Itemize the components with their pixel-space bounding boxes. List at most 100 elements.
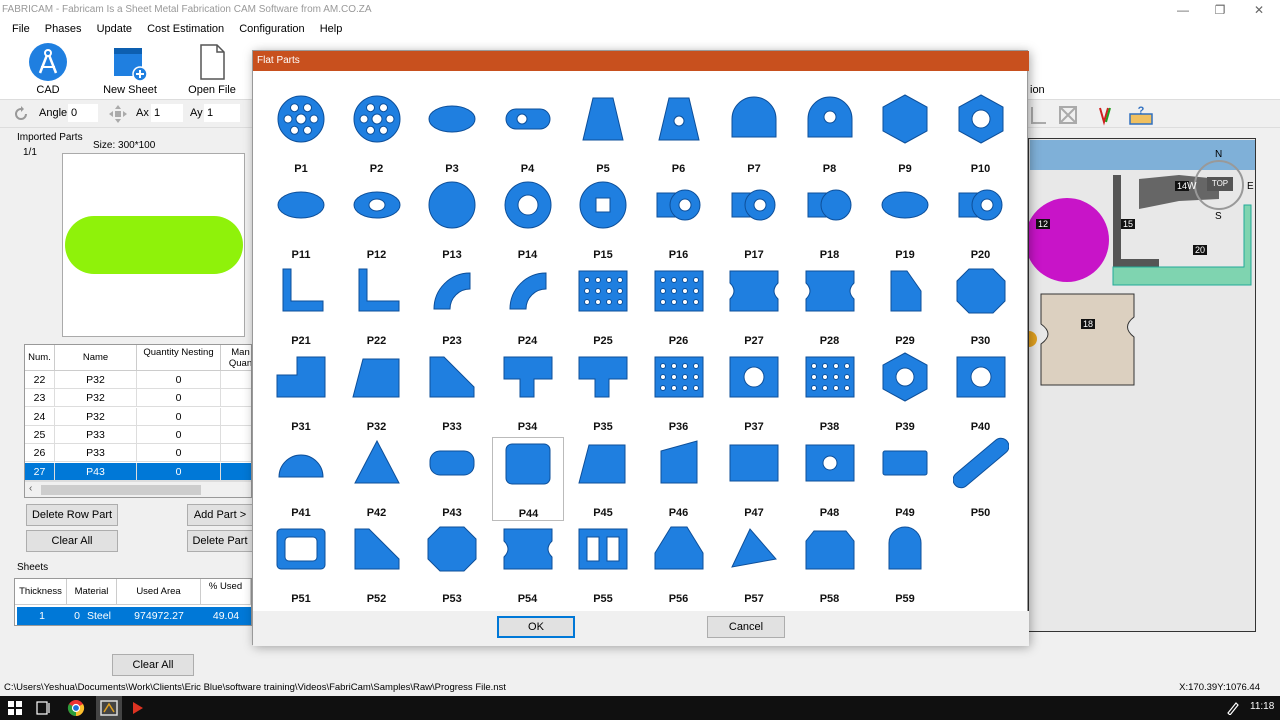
pen-icon[interactable] xyxy=(1226,701,1240,715)
ok-button[interactable]: OK xyxy=(497,616,575,638)
horizontal-scrollbar[interactable]: ‹ xyxy=(25,481,251,497)
task-view-icon[interactable] xyxy=(36,701,52,715)
flat-part-p29[interactable]: P29 xyxy=(869,265,941,349)
maximize-button[interactable]: ❐ xyxy=(1201,0,1239,20)
col-name[interactable]: Name xyxy=(55,345,137,371)
flat-part-p15[interactable]: P15 xyxy=(567,179,639,263)
table-row[interactable]: 27 P43 0 xyxy=(25,462,251,481)
col-used-area[interactable]: Used Area xyxy=(117,579,201,605)
flat-part-p11[interactable]: P11 xyxy=(265,179,337,263)
menu-update[interactable]: Update xyxy=(91,20,138,38)
angle-input[interactable]: 0 xyxy=(68,104,98,122)
col-percent-used[interactable]: % Used xyxy=(201,579,251,605)
menu-help[interactable]: Help xyxy=(314,20,349,38)
table-row[interactable]: 23 P32 0 xyxy=(25,389,251,408)
col-material[interactable]: Material xyxy=(67,579,117,605)
flat-part-p52[interactable]: P52 xyxy=(341,523,413,607)
flat-part-p50[interactable]: P50 xyxy=(945,437,1017,521)
flat-part-p44[interactable]: P44 xyxy=(491,437,564,521)
flat-part-p24[interactable]: P24 xyxy=(492,265,564,349)
flat-part-p35[interactable]: P35 xyxy=(567,351,639,435)
delete-part-button[interactable]: Delete Part xyxy=(187,530,253,552)
flat-part-p38[interactable]: P38 xyxy=(794,351,866,435)
sheets-clear-all-button[interactable]: Clear All xyxy=(112,654,194,676)
flat-part-p19[interactable]: P19 xyxy=(869,179,941,263)
flat-part-p39[interactable]: P39 xyxy=(869,351,941,435)
flat-part-p41[interactable]: P41 xyxy=(265,437,337,521)
flat-part-p21[interactable]: P21 xyxy=(265,265,337,349)
sheet-row[interactable]: 1 0 Steel 974972.27 49.04 xyxy=(17,607,251,625)
flat-part-p40[interactable]: P40 xyxy=(945,351,1017,435)
flat-part-p45[interactable]: P45 xyxy=(567,437,639,521)
flat-part-p33[interactable]: P33 xyxy=(416,351,488,435)
close-button[interactable]: ✕ xyxy=(1240,0,1278,20)
flat-part-p36[interactable]: P36 xyxy=(643,351,715,435)
fabricam-taskbar-item[interactable] xyxy=(96,696,122,720)
open-file-button[interactable]: Open File xyxy=(184,42,240,96)
flat-part-p1[interactable]: P1 xyxy=(265,93,337,177)
menu-configuration[interactable]: Configuration xyxy=(233,20,310,38)
flat-part-p57[interactable]: P57 xyxy=(718,523,790,607)
flat-part-p23[interactable]: P23 xyxy=(416,265,488,349)
flat-part-p4[interactable]: P4 xyxy=(492,93,564,177)
rotate-icon[interactable] xyxy=(12,105,30,123)
flat-part-p6[interactable]: P6 xyxy=(643,93,715,177)
delete-row-part-button[interactable]: Delete Row Part xyxy=(26,504,118,526)
flat-part-p26[interactable]: P26 xyxy=(643,265,715,349)
flat-part-p32[interactable]: P32 xyxy=(341,351,413,435)
flat-part-p17[interactable]: P17 xyxy=(718,179,790,263)
table-row[interactable]: 26 P33 0 xyxy=(25,444,251,463)
flat-part-p5[interactable]: P5 xyxy=(567,93,639,177)
flat-part-p56[interactable]: P56 xyxy=(643,523,715,607)
flat-part-p37[interactable]: P37 xyxy=(718,351,790,435)
flat-part-p59[interactable]: P59 xyxy=(869,523,941,607)
clear-all-button[interactable]: Clear All xyxy=(26,530,118,552)
cancel-button[interactable]: Cancel xyxy=(707,616,785,638)
flat-part-p7[interactable]: P7 xyxy=(718,93,790,177)
windows-start-icon[interactable] xyxy=(8,701,22,715)
nesting-canvas[interactable]: 12 15 14 20 18 N S W E TOP xyxy=(1028,138,1256,632)
flat-part-p30[interactable]: P30 xyxy=(945,265,1017,349)
flat-part-p46[interactable]: P46 xyxy=(643,437,715,521)
move-icon[interactable] xyxy=(108,104,128,124)
minimize-button[interactable]: — xyxy=(1164,0,1202,20)
flat-part-p28[interactable]: P28 xyxy=(794,265,866,349)
flat-part-p13[interactable]: P13 xyxy=(416,179,488,263)
compass-top-button[interactable]: TOP xyxy=(1207,177,1233,191)
right-toolbar-icons[interactable]: ? xyxy=(1030,104,1160,126)
flat-part-p10[interactable]: P10 xyxy=(945,93,1017,177)
flat-part-p27[interactable]: P27 xyxy=(718,265,790,349)
flat-part-p3[interactable]: P3 xyxy=(416,93,488,177)
flat-part-p8[interactable]: P8 xyxy=(794,93,866,177)
flat-part-p20[interactable]: P20 xyxy=(945,179,1017,263)
col-thickness[interactable]: Thickness xyxy=(15,579,67,605)
col-num[interactable]: Num. xyxy=(25,345,55,371)
ay-input[interactable]: 1 xyxy=(204,104,240,122)
flat-part-p54[interactable]: P54 xyxy=(492,523,564,607)
flat-part-p58[interactable]: P58 xyxy=(794,523,866,607)
menu-cost-estimation[interactable]: Cost Estimation xyxy=(141,20,230,38)
flat-part-p9[interactable]: P9 xyxy=(869,93,941,177)
flat-part-p51[interactable]: P51 xyxy=(265,523,337,607)
flat-part-p43[interactable]: P43 xyxy=(416,437,488,521)
scroll-thumb[interactable] xyxy=(41,485,201,495)
flat-part-p18[interactable]: P18 xyxy=(794,179,866,263)
flat-part-p49[interactable]: P49 xyxy=(869,437,941,521)
col-man-quan[interactable]: Man Quan xyxy=(221,345,251,371)
flat-part-p48[interactable]: P48 xyxy=(794,437,866,521)
new-sheet-button[interactable]: New Sheet xyxy=(100,42,160,96)
flat-part-p31[interactable]: P31 xyxy=(265,351,337,435)
flat-part-p55[interactable]: P55 xyxy=(567,523,639,607)
cad-button[interactable]: CAD xyxy=(24,42,72,96)
scroll-left-icon[interactable]: ‹ xyxy=(29,483,32,494)
menu-phases[interactable]: Phases xyxy=(39,20,88,38)
ax-input[interactable]: 1 xyxy=(151,104,183,122)
flat-part-p53[interactable]: P53 xyxy=(416,523,488,607)
col-quantity-nesting[interactable]: Quantity Nesting xyxy=(137,345,221,371)
flat-part-p16[interactable]: P16 xyxy=(643,179,715,263)
flat-part-p47[interactable]: P47 xyxy=(718,437,790,521)
flat-part-p14[interactable]: P14 xyxy=(492,179,564,263)
table-row[interactable]: 22 P32 0 xyxy=(25,371,251,389)
table-row[interactable]: 25 P33 0 xyxy=(25,425,251,444)
table-row[interactable]: 24 P32 0 xyxy=(25,407,251,426)
